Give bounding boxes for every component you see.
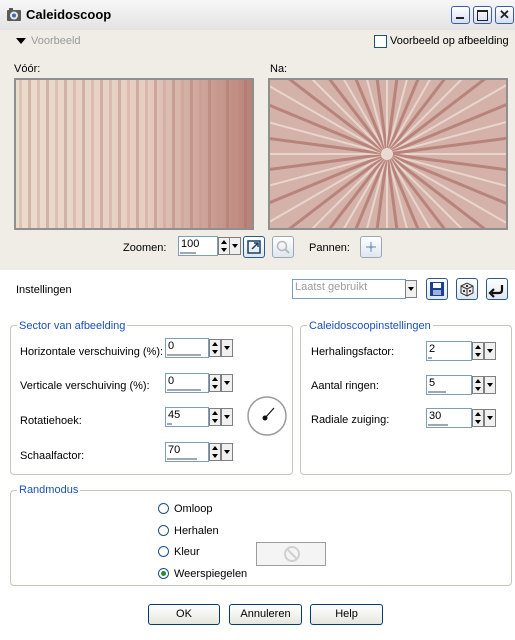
before-preview-image [14, 78, 254, 230]
radial-suction-input[interactable]: 30 [426, 408, 472, 428]
randomize-button[interactable] [456, 278, 478, 300]
zoom-label: Zoomen: [123, 242, 167, 254]
fit-zoom-button[interactable] [243, 236, 265, 258]
radio-color[interactable] [158, 546, 169, 557]
edge-mode-group [10, 490, 512, 586]
radio-wrap[interactable] [158, 503, 169, 514]
radio-color-label[interactable]: Kleur [174, 546, 200, 558]
radio-repeat[interactable] [158, 525, 169, 536]
kaleidoscope-group-title: Caleidoscoopinstellingen [307, 320, 433, 332]
horizontal-offset-value: 0 [168, 340, 175, 352]
pan-button[interactable] [360, 236, 382, 258]
before-stripes [16, 80, 252, 228]
horizontal-offset-spinner[interactable] [209, 339, 221, 357]
cancel-button[interactable]: Annuleren [229, 604, 302, 625]
preview-toggle-label[interactable]: Voorbeeld [31, 35, 81, 47]
ring-count-input[interactable]: 5 [426, 375, 472, 395]
repeat-factor-label: Herhalingsfactor: [311, 346, 395, 358]
before-label: Vóór: [14, 63, 41, 75]
radial-suction-spinner[interactable] [472, 409, 484, 427]
rotation-dial[interactable] [246, 395, 288, 437]
reset-arrow-icon [488, 285, 504, 298]
window-title: Caleidoscoop [26, 7, 112, 22]
save-preset-button[interactable] [426, 278, 448, 300]
horizontal-offset-dropdown[interactable] [221, 339, 233, 357]
help-button[interactable]: Help [310, 604, 383, 625]
edge-mode-group-title: Randmodus [17, 484, 81, 496]
radio-reflect-label[interactable]: Weerspiegelen [174, 568, 247, 580]
zoom-dropdown[interactable] [229, 237, 241, 255]
settings-label: Instellingen [16, 284, 72, 296]
radial-suction-value: 30 [429, 410, 442, 422]
repeat-factor-spinner[interactable] [472, 342, 484, 360]
vertical-offset-dropdown[interactable] [221, 374, 233, 392]
collapse-arrow-icon[interactable] [16, 38, 26, 44]
horizontal-offset-label: Horizontale verschuiving (%): [20, 346, 164, 358]
repeat-factor-dropdown[interactable] [484, 342, 496, 360]
sector-group-title: Sector van afbeelding [17, 320, 128, 332]
close-icon: ✕ [499, 7, 510, 22]
rotation-angle-spinner[interactable] [209, 408, 221, 426]
radial-suction-dropdown[interactable] [484, 409, 496, 427]
ring-count-label: Aantal ringen: [311, 380, 379, 392]
pan-label: Pannen: [309, 242, 350, 254]
vertical-offset-value: 0 [168, 375, 175, 387]
ring-count-value: 5 [429, 377, 436, 389]
app-icon [7, 8, 21, 21]
preset-dropdown[interactable] [405, 280, 417, 298]
scale-factor-dropdown[interactable] [221, 443, 233, 461]
ring-count-dropdown[interactable] [484, 376, 496, 394]
reset-button[interactable] [486, 278, 508, 300]
scale-factor-label: Schaalfactor: [20, 450, 85, 462]
preview-on-image-label[interactable]: Voorbeeld op afbeelding [390, 35, 509, 47]
magnify-icon [276, 240, 290, 254]
preset-select[interactable]: Laatst gebruikt [292, 279, 406, 299]
after-preview-image [268, 78, 508, 230]
edge-color-swatch[interactable] [256, 542, 326, 566]
preset-select-text: Laatst gebruikt [295, 281, 368, 293]
after-kaleidoscope [270, 80, 506, 228]
disabled-icon [284, 546, 300, 562]
zoom-fit-icon [247, 240, 261, 254]
scale-factor-value: 70 [168, 444, 181, 456]
move-icon [366, 242, 376, 252]
repeat-factor-value: 2 [429, 343, 436, 355]
rotation-angle-dropdown[interactable] [221, 408, 233, 426]
minimize-button[interactable] [451, 6, 470, 24]
vertical-offset-input[interactable]: 0 [165, 373, 209, 393]
radio-reflect[interactable] [158, 568, 169, 579]
radial-suction-label: Radiale zuiging: [311, 414, 390, 426]
zoom-value: 100 [181, 238, 200, 250]
scale-factor-spinner[interactable] [209, 443, 221, 461]
dice-icon [460, 282, 474, 297]
radio-repeat-label[interactable]: Herhalen [174, 525, 219, 537]
ok-button[interactable]: OK [148, 604, 220, 625]
rotation-angle-label: Rotatiehoek: [20, 415, 82, 427]
after-label: Na: [270, 63, 288, 75]
close-button[interactable]: ✕ [495, 6, 514, 24]
rotation-angle-input[interactable]: 45 [165, 407, 209, 427]
maximize-button[interactable] [473, 6, 492, 24]
rotation-angle-value: 45 [168, 409, 181, 421]
magnify-button[interactable] [272, 236, 294, 258]
save-icon [430, 282, 444, 296]
scale-factor-input[interactable]: 70 [165, 442, 209, 462]
zoom-input[interactable]: 100 [178, 236, 218, 256]
vertical-offset-spinner[interactable] [209, 374, 221, 392]
horizontal-offset-input[interactable]: 0 [165, 338, 209, 358]
vertical-offset-label: Verticale verschuiving (%): [20, 380, 150, 392]
ring-count-spinner[interactable] [472, 376, 484, 394]
radio-wrap-label[interactable]: Omloop [174, 503, 213, 515]
repeat-factor-input[interactable]: 2 [426, 341, 472, 361]
preview-on-image-checkbox[interactable] [374, 35, 387, 48]
